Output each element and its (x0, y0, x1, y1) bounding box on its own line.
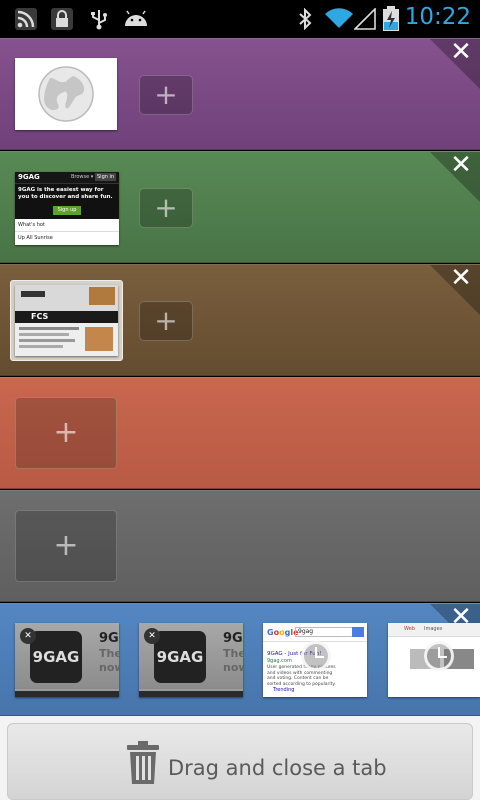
close-tab-icon[interactable]: ✕ (144, 628, 160, 644)
tab-thumbnail[interactable] (15, 58, 117, 130)
bottom-bar: Drag and close a tab (0, 716, 480, 800)
add-tab-button[interactable]: + (139, 188, 193, 228)
drag-close-label: Drag and close a tab (168, 756, 387, 780)
close-group-button[interactable]: ✕ (448, 39, 474, 66)
page-text: The (99, 647, 119, 660)
signal-icon (354, 8, 376, 30)
globe-icon (38, 66, 94, 122)
list-item: Up All Sunrise (18, 235, 53, 241)
android-icon (125, 10, 147, 26)
site-logo: FCS (31, 312, 49, 321)
page-text: The (223, 647, 243, 660)
signup-button: Sign up (53, 206, 81, 215)
search-input: 9gag (295, 627, 353, 637)
tab-group-orange[interactable]: + (0, 377, 480, 489)
tab-thumbnail[interactable]: Google 9gag 9GAG - Just for Fun! 9gag.co… (263, 623, 367, 697)
rss-icon (15, 8, 37, 30)
add-tab-button[interactable]: + (15, 397, 117, 469)
tab-group-brown[interactable]: ✕ FCS + (0, 264, 480, 376)
tab-thumbnail[interactable]: Web Images (388, 623, 480, 697)
search-icon (352, 627, 364, 637)
page-text: 9GA (223, 631, 243, 646)
status-clock: 10:22 (404, 4, 471, 30)
page-text: now (99, 661, 119, 674)
tab-group-gray[interactable]: + (0, 490, 480, 602)
add-tab-button[interactable]: + (15, 510, 117, 582)
battery-charging-icon (383, 6, 399, 31)
site-logo: 9GAG (18, 173, 40, 181)
page-text: now (223, 661, 243, 674)
tab-thumbnail[interactable]: 9GAG Browse ▾ Sign in 9GAG is the easies… (15, 172, 119, 245)
close-group-button[interactable]: ✕ (448, 265, 474, 292)
page-text: 9GA (99, 631, 119, 646)
tab-thumbnail[interactable]: 9GAG 9GA The now ✕ (15, 623, 119, 697)
close-tab-drop-zone[interactable]: Drag and close a tab (7, 723, 473, 800)
wifi-icon (325, 8, 353, 28)
list-item: What's hot (18, 222, 45, 228)
selected-tab-frame[interactable]: FCS (10, 280, 123, 361)
usb-icon (91, 10, 107, 30)
result-snippet: User generated funny pictures and videos… (267, 665, 336, 687)
google-logo: Google (267, 628, 299, 637)
site-logo: 9GAG (154, 631, 206, 683)
site-logo: 9GAG (30, 631, 82, 683)
bluetooth-icon (299, 8, 312, 30)
tab-thumbnail[interactable]: FCS (15, 285, 118, 356)
web-tab: Web (404, 626, 415, 632)
browse-menu: Browse ▾ (71, 174, 94, 180)
add-tab-button[interactable]: + (139, 301, 193, 341)
status-bar: 10:22 (0, 0, 480, 38)
tab-group-blue[interactable]: ✕ 9GAG 9GA The now ✕ 9GAG 9GA The now ✕ … (0, 603, 480, 716)
result-url: 9gag.com (267, 658, 292, 664)
tab-thumbnail[interactable]: 9GAG 9GA The now ✕ (139, 623, 243, 697)
tab-group-green[interactable]: ✕ 9GAG Browse ▾ Sign in 9GAG is the easi… (0, 151, 480, 263)
close-tab-icon[interactable]: ✕ (20, 628, 36, 644)
close-group-button[interactable]: ✕ (448, 152, 474, 179)
loading-icon (424, 641, 454, 671)
headline-text: 9GAG is the easiest way for you to disco… (18, 187, 113, 200)
loading-icon (301, 641, 331, 671)
sign-in-button: Sign in (95, 173, 117, 181)
trending-link: Trending (273, 687, 295, 693)
tab-group-purple[interactable]: ✕ + (0, 38, 480, 150)
images-tab: Images (424, 626, 443, 632)
trash-icon (127, 741, 159, 784)
lock-icon (51, 8, 73, 30)
add-tab-button[interactable]: + (139, 75, 193, 115)
